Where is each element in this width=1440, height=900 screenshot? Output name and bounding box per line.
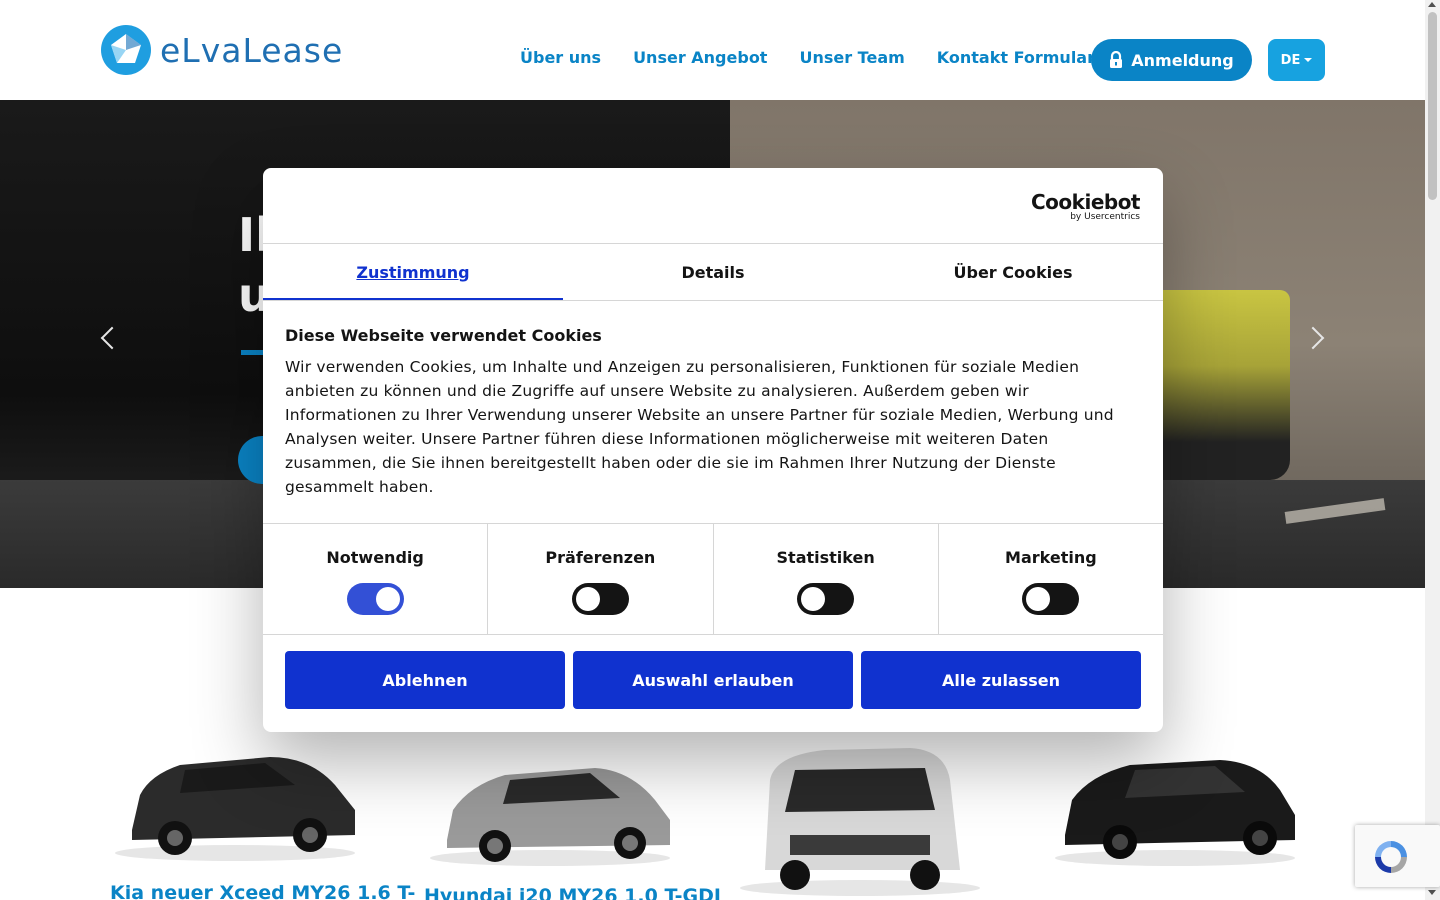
switch-knob xyxy=(375,587,400,611)
toggle-label: Statistiken xyxy=(776,548,875,567)
nav-link-unser-team[interactable]: Unser Team xyxy=(799,48,904,67)
main-nav: Über uns Unser Angebot Unser Team Kontak… xyxy=(520,48,1095,67)
tab-zustimmung[interactable]: Zustimmung xyxy=(263,244,563,301)
toggle-notwendig: Notwendig xyxy=(263,524,487,634)
lock-icon xyxy=(1110,51,1123,68)
toggle-marketing: Marketing xyxy=(937,524,1163,634)
decline-button[interactable]: Ablehnen xyxy=(285,651,565,709)
toggle-praeferenzen: Präferenzen xyxy=(487,524,712,634)
divider xyxy=(263,300,1163,301)
switch-knob xyxy=(801,587,826,611)
car-image xyxy=(740,748,980,896)
switch-knob xyxy=(575,587,600,611)
nav-link-unser-angebot[interactable]: Unser Angebot xyxy=(633,48,767,67)
scroll-down-icon[interactable] xyxy=(1428,890,1436,895)
cookie-body: Diese Webseite verwendet Cookies Wir ver… xyxy=(285,326,1141,499)
recaptcha-icon xyxy=(1375,841,1407,873)
logo-text: eLvaLease xyxy=(160,30,344,70)
toggle-label: Marketing xyxy=(1005,548,1097,567)
car-card[interactable] xyxy=(735,740,985,900)
cookiebot-logo: Cookiebot by Usercentrics xyxy=(1031,190,1141,222)
page-scrollbar[interactable] xyxy=(1425,0,1440,900)
switch-knob xyxy=(1026,587,1051,611)
marketing-switch[interactable] xyxy=(1022,583,1080,615)
scroll-up-icon[interactable] xyxy=(1428,2,1436,7)
praeferenzen-switch[interactable] xyxy=(571,583,629,615)
car-card[interactable] xyxy=(110,735,360,869)
cookie-text: Wir verwenden Cookies, um Inhalte und An… xyxy=(285,358,1114,496)
site-logo[interactable]: eLvaLease xyxy=(100,24,343,76)
logo-icon xyxy=(101,25,151,75)
login-button[interactable]: Anmeldung xyxy=(1091,39,1252,81)
toggle-label: Präferenzen xyxy=(545,548,656,567)
cookie-tabs: Zustimmung Details Über Cookies xyxy=(263,244,1163,301)
car-title[interactable]: Hyundai i20 MY26 1.0 T-GDI xyxy=(424,885,721,900)
chevron-down-icon xyxy=(1304,58,1313,62)
nav-link-ueber-uns[interactable]: Über uns xyxy=(520,48,601,67)
login-label: Anmeldung xyxy=(1131,50,1234,70)
notwendig-switch[interactable] xyxy=(346,583,404,615)
cookiebot-brand: Cookiebot xyxy=(1031,190,1141,214)
language-label: DE xyxy=(1280,52,1301,68)
cookie-heading: Diese Webseite verwendet Cookies xyxy=(285,326,602,345)
tab-ueber-cookies[interactable]: Über Cookies xyxy=(863,244,1163,300)
language-dropdown[interactable]: DE xyxy=(1268,39,1325,81)
cookie-buttons: Ablehnen Auswahl erlauben Alle zulassen xyxy=(285,651,1141,709)
car-image xyxy=(1055,760,1295,866)
scroll-thumb[interactable] xyxy=(1428,12,1437,200)
recaptcha-badge[interactable] xyxy=(1355,825,1440,887)
statistiken-switch[interactable] xyxy=(797,583,855,615)
car-card[interactable] xyxy=(1050,740,1300,874)
toggle-statistiken: Statistiken xyxy=(712,524,938,634)
car-image xyxy=(115,757,355,861)
tab-details[interactable]: Details xyxy=(563,244,863,300)
nav-link-kontakt-formular[interactable]: Kontakt Formular xyxy=(937,48,1095,67)
toggle-label: Notwendig xyxy=(326,548,424,567)
allow-all-button[interactable]: Alle zulassen xyxy=(861,651,1141,709)
site-header: eLvaLease Über uns Unser Angebot Unser T… xyxy=(0,0,1425,100)
cookie-category-toggles: Notwendig Präferenzen Statistiken Market… xyxy=(263,523,1163,635)
car-card[interactable] xyxy=(425,740,675,874)
cookie-consent-dialog: Cookiebot by Usercentrics Zustimmung Det… xyxy=(263,168,1163,732)
car-image xyxy=(430,768,670,866)
allow-selection-button[interactable]: Auswahl erlauben xyxy=(573,651,853,709)
car-title[interactable]: Kia neuer Xceed MY26 1.6 T- xyxy=(110,882,415,900)
